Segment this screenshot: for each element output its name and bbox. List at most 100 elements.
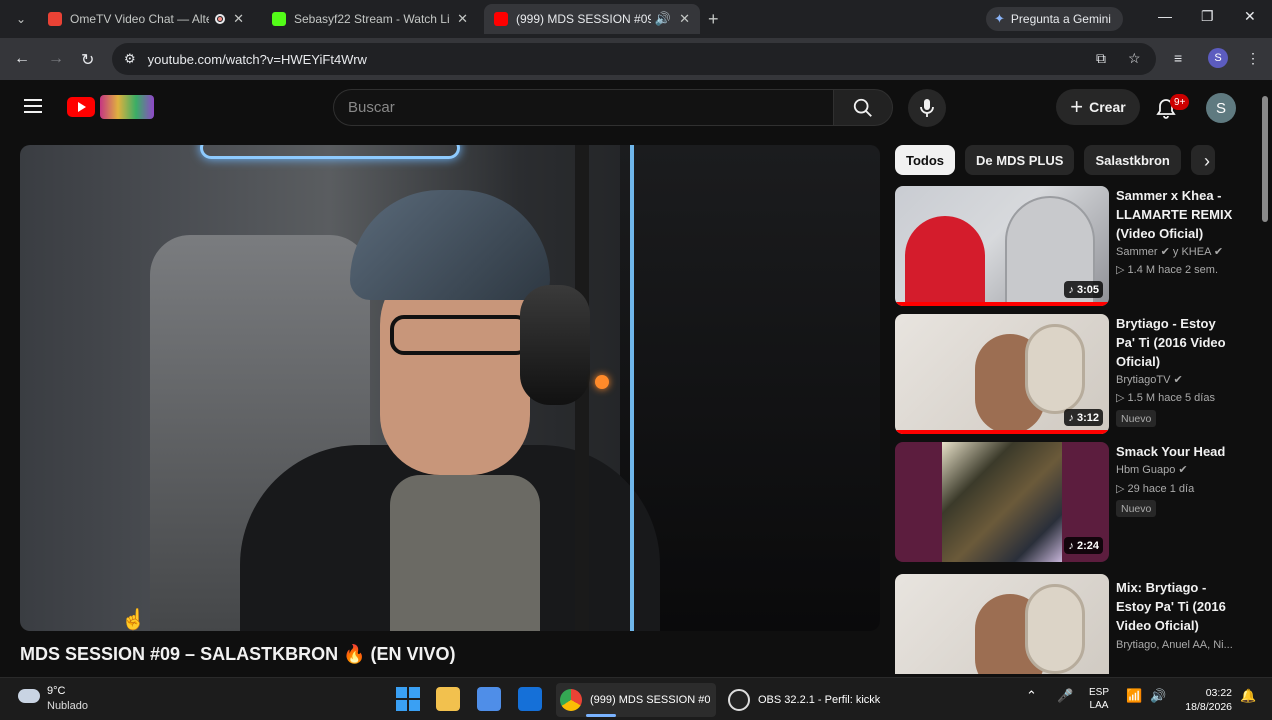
language-code: ESP xyxy=(1089,687,1110,698)
video-frame-glasses xyxy=(390,315,530,355)
recommendation-channel[interactable]: Hbm Guapo ✔ xyxy=(1116,461,1188,479)
back-icon[interactable]: ← xyxy=(14,50,30,68)
system-clock[interactable]: 03:22 18/8/2026 xyxy=(1180,686,1232,714)
weather-description[interactable]: Nublado xyxy=(47,700,88,712)
recommendation-item[interactable]: Mix: Brytiago - Estoy Pa' Ti (2016 Video… xyxy=(895,574,1255,674)
media-controls-icon[interactable]: ≡ xyxy=(1174,50,1182,66)
tab-search-button[interactable]: ⌄ xyxy=(10,8,32,30)
ometv-favicon-icon xyxy=(48,12,62,26)
close-tab-icon[interactable]: ✕ xyxy=(233,11,244,27)
duration-badge: ♪ 3:12 xyxy=(1064,409,1103,426)
search-input[interactable] xyxy=(348,99,833,116)
thumbnail-figure-1 xyxy=(905,216,985,306)
search-box[interactable] xyxy=(333,89,833,126)
recommendation-title[interactable]: Mix: Brytiago - Estoy Pa' Ti (2016 Video… xyxy=(1116,578,1234,635)
recommendation-item[interactable]: ♪ 3:05 Sammer x Khea - LLAMARTE REMIX (V… xyxy=(895,186,1255,306)
recommendation-title[interactable]: Sammer x Khea - LLAMARTE REMIX (Video Of… xyxy=(1116,186,1234,243)
taskbar-obs-window[interactable]: OBS 32.2.1 - Perfil: kickk xyxy=(724,683,894,717)
windows-start-icon[interactable] xyxy=(396,687,420,711)
microphone-tray-icon[interactable]: 🎤 xyxy=(1057,688,1073,704)
new-tab-icon[interactable]: + xyxy=(708,9,719,30)
new-badge: Nuevo xyxy=(1116,410,1157,427)
tab-title: (999) MDS SESSION #09 – S xyxy=(516,12,651,26)
video-player[interactable]: ☝ xyxy=(20,145,880,631)
reload-icon[interactable]: ↻ xyxy=(81,50,94,70)
recommendation-channel[interactable]: BrytiagoTV ✔ xyxy=(1116,371,1183,389)
browser-menu-icon[interactable]: ⋮ xyxy=(1246,50,1260,67)
obs-icon xyxy=(728,689,750,711)
filter-chips: Todos De MDS PLUS Salastkbron xyxy=(895,145,1225,177)
show-hidden-icons-chevron-icon[interactable]: ⌃ xyxy=(1026,688,1037,704)
video-frame-cable xyxy=(630,145,634,631)
chrome-icon xyxy=(560,689,582,711)
account-avatar[interactable]: S xyxy=(1206,93,1236,123)
file-explorer-icon[interactable] xyxy=(436,687,460,711)
youtube-doodle-icon[interactable] xyxy=(100,95,154,119)
recommendation-title[interactable]: Smack Your Head xyxy=(1116,442,1234,461)
guide-menu-icon[interactable] xyxy=(24,99,42,113)
thumbnail-headphones xyxy=(1025,324,1085,414)
watch-progress-bar xyxy=(895,430,1109,434)
gemini-label: Pregunta a Gemini xyxy=(1010,12,1111,26)
forward-icon[interactable]: → xyxy=(48,50,64,68)
site-info-icon[interactable]: ⚙ xyxy=(124,51,136,67)
taskbar-chrome-window[interactable]: (999) MDS SESSION #09 xyxy=(556,683,716,717)
cast-icon[interactable]: ⧉ xyxy=(1096,50,1106,67)
close-window-icon[interactable]: ✕ xyxy=(1244,8,1256,25)
duration-badge: ♪ 2:24 xyxy=(1064,537,1103,554)
voice-search-button[interactable] xyxy=(908,89,946,127)
weather-temperature[interactable]: 9°C xyxy=(47,685,65,697)
tab-title: Sebasyf22 Stream - Watch Live xyxy=(294,12,450,26)
chip-de-mds-plus[interactable]: De MDS PLUS xyxy=(965,145,1075,175)
new-badge: Nuevo xyxy=(1116,500,1157,517)
video-title: MDS SESSION #09 – SALASTKBRON 🔥 (EN VIVO… xyxy=(20,644,456,664)
video-thumbnail[interactable]: ♪ 3:12 xyxy=(895,314,1109,434)
plus-icon: + xyxy=(1070,94,1084,119)
browser-profile-avatar[interactable]: S xyxy=(1208,48,1228,68)
address-bar[interactable]: ⚙ youtube.com/watch?v=HWEYiFt4Wrw ⧉ ☆ xyxy=(112,43,1156,75)
video-frame-cap xyxy=(350,190,550,300)
video-frame-neon-sign xyxy=(200,145,460,159)
chip-todos[interactable]: Todos xyxy=(895,145,956,175)
search-button[interactable] xyxy=(833,89,893,126)
close-tab-icon[interactable]: ✕ xyxy=(457,11,468,27)
clock-time: 03:22 xyxy=(1205,687,1232,699)
wifi-icon[interactable]: 📶 xyxy=(1126,688,1142,704)
volume-icon[interactable]: 🔊 xyxy=(1150,688,1166,704)
minimize-icon[interactable]: — xyxy=(1158,8,1172,24)
recommendation-title[interactable]: Brytiago - Estoy Pa' Ti (2016 Video Ofic… xyxy=(1116,314,1234,371)
recommendation-item[interactable]: ♪ 3:12 Brytiago - Estoy Pa' Ti (2016 Vid… xyxy=(895,314,1255,434)
audio-playing-icon[interactable]: 🔊 xyxy=(655,11,671,27)
recommendation-stats: ▷ 29 hace 1 día xyxy=(1116,483,1195,495)
youtube-logo-icon[interactable] xyxy=(67,97,95,117)
chip-partial[interactable] xyxy=(1190,145,1215,175)
input-language-indicator[interactable]: ESP LAA xyxy=(1089,686,1109,712)
close-tab-icon[interactable]: ✕ xyxy=(679,11,690,27)
recommendation-channel[interactable]: Sammer ✔ y KHEA ✔ xyxy=(1116,243,1223,261)
outlook-icon[interactable] xyxy=(518,687,542,711)
notification-center-icon[interactable]: 🔔 xyxy=(1240,688,1256,704)
page-scrollbar[interactable] xyxy=(1262,96,1268,222)
taskbar-obs-title: OBS 32.2.1 - Perfil: kickk xyxy=(758,694,881,706)
video-frame-shirt xyxy=(390,475,540,631)
cloud-icon[interactable] xyxy=(18,689,40,703)
chip-salastkbron[interactable]: Salastkbron xyxy=(1084,145,1181,175)
taskbar-chrome-title: (999) MDS SESSION #09 xyxy=(590,694,710,706)
kick-favicon-icon xyxy=(272,12,286,26)
mouse-cursor-icon: ☝ xyxy=(121,609,146,631)
recommendation-channel[interactable]: Brytiago, Anuel AA, Ni... xyxy=(1116,636,1233,654)
tab-ometv[interactable]: OmeTV Video Chat — Alter ✕ xyxy=(38,4,254,34)
tab-kick-stream[interactable]: Sebasyf22 Stream - Watch Live ✕ xyxy=(262,4,478,34)
clock-date: 18/8/2026 xyxy=(1185,701,1232,713)
recommendation-item[interactable]: ♪ 2:24 Smack Your Head Hbm Guapo ✔ ▷ 29 … xyxy=(895,442,1255,562)
video-thumbnail[interactable]: ♪ 2:24 xyxy=(895,442,1109,562)
restore-icon[interactable]: ❐ xyxy=(1201,8,1214,25)
video-thumbnail[interactable]: ♪ 3:05 xyxy=(895,186,1109,306)
create-button[interactable]: + Crear xyxy=(1056,89,1140,125)
gemini-button[interactable]: ✦ Pregunta a Gemini xyxy=(986,7,1123,31)
bookmark-star-icon[interactable]: ☆ xyxy=(1128,50,1141,67)
tab-youtube-active[interactable]: (999) MDS SESSION #09 – S 🔊 ✕ xyxy=(484,4,700,34)
microsoft-store-icon[interactable] xyxy=(477,687,501,711)
chevron-right-icon[interactable]: › xyxy=(1204,151,1210,172)
video-thumbnail[interactable] xyxy=(895,574,1109,674)
